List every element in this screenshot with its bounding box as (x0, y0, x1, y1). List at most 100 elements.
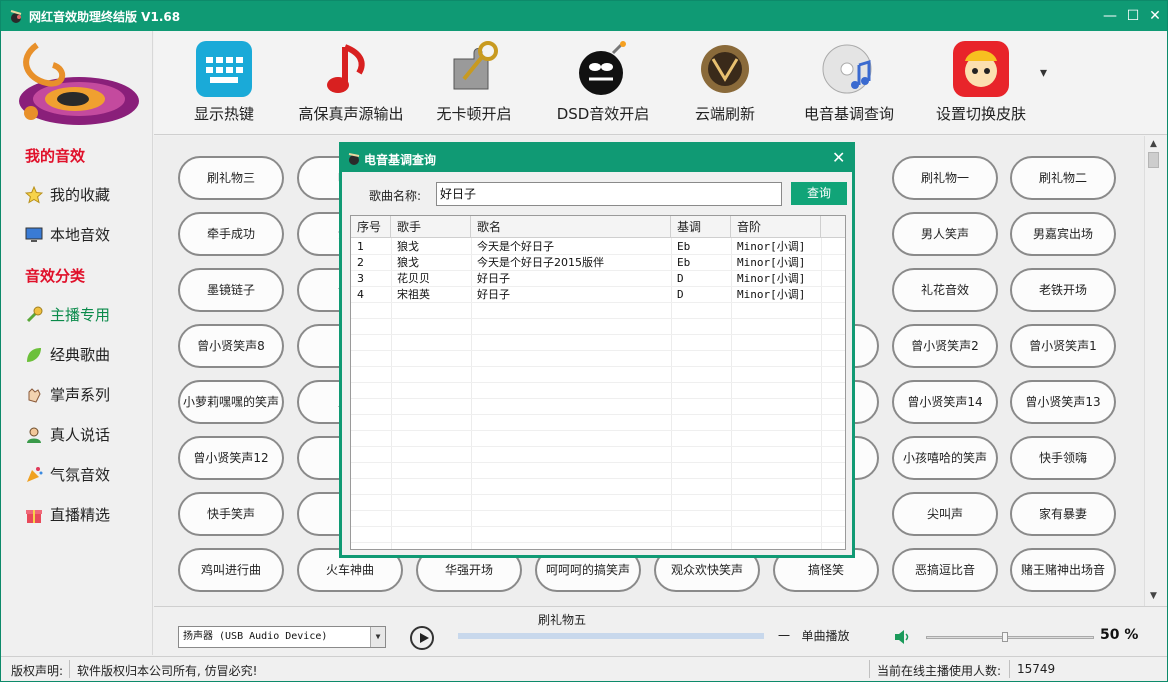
query-button[interactable]: 查询 (791, 182, 847, 205)
grid-scrollbar[interactable]: ▲ ▼ (1144, 136, 1161, 606)
close-button[interactable]: ✕ (1144, 6, 1166, 26)
toolbar-tone-query-button[interactable]: 电音基调查询 (784, 37, 914, 131)
monitor-icon (25, 227, 43, 242)
microphone-icon (26, 306, 43, 323)
toolbar-skin-button[interactable]: 设置切换皮肤 (916, 37, 1046, 131)
sound-button[interactable]: 曾小贤笑声12 (178, 436, 284, 480)
scroll-thumb[interactable] (1148, 152, 1159, 168)
row-divider (351, 398, 845, 399)
sound-button[interactable]: 曾小贤笑声1 (1010, 324, 1116, 368)
play-button[interactable] (410, 626, 434, 650)
table-cell[interactable]: Minor[小调] (731, 271, 821, 287)
table-cell[interactable]: 2 (351, 255, 391, 271)
toolbar-cloud-refresh-button[interactable]: 云端刷新 (660, 37, 790, 131)
sound-button[interactable]: 快手笑声 (178, 492, 284, 536)
sound-button[interactable]: 鸡叫进行曲 (178, 548, 284, 592)
column-header[interactable]: 歌手 (391, 216, 471, 238)
column-header[interactable]: 歌名 (471, 216, 671, 238)
row-divider (351, 414, 845, 415)
sound-button[interactable]: 礼花音效 (892, 268, 998, 312)
sound-button[interactable]: 男人笑声 (892, 212, 998, 256)
sound-button[interactable]: 尖叫声 (892, 492, 998, 536)
table-cell[interactable]: 好日子 (471, 287, 671, 303)
sound-button[interactable]: 曾小贤笑声14 (892, 380, 998, 424)
table-cell[interactable]: D (671, 271, 731, 287)
sound-button[interactable]: 赌王赌神出场音 (1010, 548, 1116, 592)
sound-button[interactable]: 刷礼物一 (892, 156, 998, 200)
sound-button[interactable]: 墨镜链子 (178, 268, 284, 312)
output-device-select[interactable]: 扬声器 (USB Audio Device) ▼ (178, 626, 386, 648)
sound-button[interactable]: 刷礼物三 (178, 156, 284, 200)
output-device-value: 扬声器 (USB Audio Device) (183, 631, 328, 642)
sound-button[interactable]: 快手领嗨 (1010, 436, 1116, 480)
speaker-icon[interactable] (893, 629, 911, 645)
toolbar-hifi-output-button[interactable]: 高保真声源输出 (286, 37, 416, 131)
sidebar-item-label: 掌声系列 (50, 386, 111, 404)
table-cell[interactable]: 3 (351, 271, 391, 287)
column-header[interactable]: 音阶 (731, 216, 821, 238)
sidebar-item-label: 气氛音效 (50, 466, 111, 484)
dialog-title-bar[interactable]: 电音基调查询 ✕ (342, 145, 852, 172)
toolbar-dsd-button[interactable]: DSD音效开启 (538, 37, 668, 131)
sound-button[interactable]: 刷礼物二 (1010, 156, 1116, 200)
sound-button[interactable]: 男嘉宾出场 (1010, 212, 1116, 256)
table-cell[interactable]: Minor[小调] (731, 239, 821, 255)
table-cell[interactable]: 好日子 (471, 271, 671, 287)
song-name-label: 歌曲名称: (369, 189, 422, 203)
row-divider (351, 542, 845, 543)
table-cell[interactable]: Minor[小调] (731, 255, 821, 271)
playback-progress[interactable] (458, 633, 764, 639)
row-divider (351, 350, 845, 351)
volume-knob[interactable] (1002, 632, 1008, 642)
table-cell[interactable]: Eb (671, 239, 731, 255)
status-divider (869, 660, 870, 678)
sound-button[interactable]: 曾小贤笑声2 (892, 324, 998, 368)
sound-button[interactable]: 恶搞逗比音 (892, 548, 998, 592)
song-name-input[interactable]: 好日子 (436, 182, 782, 206)
tone-query-dialog: 电音基调查询 ✕ 歌曲名称: 好日子 查询 序号 歌手 歌名 基调 音阶 1 狼戈 今天是个好… (339, 142, 855, 558)
table-cell[interactable]: D (671, 287, 731, 303)
minimize-button[interactable]: — (1099, 6, 1121, 26)
now-playing-title: 刷礼物五 (538, 613, 587, 627)
row-divider (351, 382, 845, 383)
table-cell[interactable]: 今天是个好日子 (471, 239, 671, 255)
row-divider (351, 510, 845, 511)
sound-button[interactable]: 老铁开场 (1010, 268, 1116, 312)
toolbar-no-lag-button[interactable]: 无卡顿开启 (409, 37, 539, 131)
row-divider (351, 526, 845, 527)
play-mode-button[interactable]: 一 单曲播放 (778, 627, 849, 644)
music-logo-icon (19, 42, 139, 125)
section-categories: 音效分类 (25, 267, 86, 285)
toolbar-label: 电音基调查询 (803, 105, 894, 123)
dialog-close-button[interactable]: ✕ (832, 148, 845, 167)
copyright-label: 版权声明: (11, 664, 64, 678)
table-cell[interactable]: 今天是个好日子2015版伴 (471, 255, 671, 271)
table-cell[interactable]: 狼戈 (391, 255, 471, 271)
chevron-down-icon[interactable]: ▼ (370, 627, 385, 647)
title-bar[interactable]: 网红音效助理终结版 V1.68 — ☐ ✕ (1, 1, 1167, 31)
toolbar-more-chevron-icon[interactable]: ▾ (1040, 65, 1047, 81)
scroll-up-icon[interactable]: ▲ (1147, 138, 1160, 151)
column-header[interactable]: 序号 (351, 216, 391, 238)
table-cell[interactable]: Minor[小调] (731, 287, 821, 303)
sound-button[interactable]: 家有暴妻 (1010, 492, 1116, 536)
table-cell[interactable]: 狼戈 (391, 239, 471, 255)
row-divider (351, 478, 845, 479)
table-cell[interactable]: 1 (351, 239, 391, 255)
table-cell[interactable]: 4 (351, 287, 391, 303)
column-header[interactable]: 基调 (671, 216, 731, 238)
table-cell[interactable]: 花贝贝 (391, 271, 471, 287)
table-cell[interactable]: Eb (671, 255, 731, 271)
sound-button[interactable]: 曾小贤笑声13 (1010, 380, 1116, 424)
scroll-down-icon[interactable]: ▼ (1147, 590, 1160, 603)
table-cell[interactable]: 宋祖英 (391, 287, 471, 303)
sidebar-item-label: 主播专用 (50, 306, 111, 324)
cd-music-icon (822, 44, 872, 94)
sound-button[interactable]: 小萝莉嘿嘿的笑声 (178, 380, 284, 424)
sound-button[interactable]: 牵手成功 (178, 212, 284, 256)
maximize-button[interactable]: ☐ (1122, 6, 1144, 26)
toolbar-hotkeys-button[interactable]: 显示热键 (159, 37, 289, 131)
sound-button[interactable]: 小孩嘻哈的笑声 (892, 436, 998, 480)
sound-button[interactable]: 曾小贤笑声8 (178, 324, 284, 368)
volume-slider[interactable] (926, 636, 1094, 639)
